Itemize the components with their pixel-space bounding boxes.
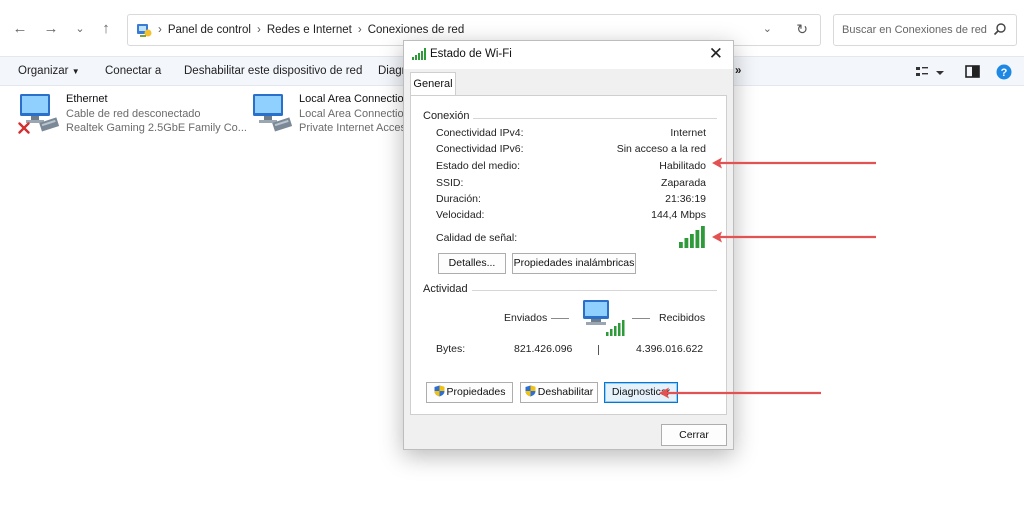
- organize-menu[interactable]: Organizar ▼: [18, 65, 80, 77]
- connection-item-local-area[interactable]: Local Area Connectio Local Area Connecti…: [251, 90, 406, 138]
- connection-name: Local Area Connectio: [299, 93, 404, 105]
- info-value: Sin acceso a la red: [616, 143, 706, 155]
- search-input[interactable]: Buscar en Conexiones de red: [833, 14, 1017, 46]
- info-value: Internet: [670, 127, 706, 139]
- info-row-media-state: Estado del medio: Habilitado: [436, 160, 706, 176]
- wifi-signal-icon: [412, 48, 426, 60]
- disconnected-x-icon: [18, 122, 30, 134]
- connection-name: Ethernet: [66, 93, 108, 105]
- signal-quality-bars-icon: [679, 226, 705, 248]
- breadcrumb-separator-icon: ›: [256, 24, 261, 36]
- annotation-arrow-icon: [659, 387, 821, 399]
- wireless-properties-button[interactable]: Propiedades inalámbricas: [512, 253, 636, 274]
- bytes-sent-value: 821.426.096: [514, 343, 573, 355]
- breadcrumb-separator-icon: ›: [158, 24, 162, 36]
- breadcrumb-network-internet[interactable]: Redes e Internet: [267, 24, 352, 36]
- signal-bar: [695, 230, 700, 248]
- connection-adapter: Realtek Gaming 2.5GbE Family Co...: [66, 122, 247, 134]
- dialog-title: Estado de Wi-Fi: [430, 48, 512, 60]
- received-label: Recibidos: [659, 312, 706, 324]
- received-line: [632, 318, 650, 319]
- disable-label: Deshabilitar: [537, 386, 594, 398]
- search-icon: [993, 23, 1006, 36]
- info-label: Duración:: [436, 193, 481, 205]
- organize-caret-icon: ▼: [71, 67, 80, 76]
- svg-text:?: ?: [1001, 67, 1008, 79]
- close-button[interactable]: Cerrar: [661, 424, 727, 446]
- info-row-ipv4: Conectividad IPv4: Internet: [436, 127, 706, 143]
- sent-line: [551, 318, 569, 319]
- info-value: Habilitado: [659, 160, 706, 172]
- info-row-signal: Calidad de señal:: [436, 232, 706, 248]
- network-activity-icon: [583, 300, 625, 336]
- info-row-speed: Velocidad: 144,4 Mbps: [436, 209, 706, 225]
- annotation-arrow-icon: [712, 231, 876, 243]
- close-icon[interactable]: ✕: [709, 44, 723, 64]
- bytes-label: Bytes:: [436, 343, 466, 355]
- uac-shield-icon: [434, 385, 445, 397]
- connection-group-title: Conexión: [423, 110, 474, 122]
- up-arrow-icon[interactable]: ↑: [97, 20, 115, 38]
- connection-item-ethernet[interactable]: Ethernet Cable de red desconectado Realt…: [18, 90, 248, 138]
- breadcrumb-separator-icon: ›: [357, 24, 362, 36]
- signal-bar: [684, 238, 689, 248]
- annotation-arrow-icon: [712, 157, 876, 169]
- activity-group-title: Actividad: [423, 283, 472, 295]
- recent-locations-chevron-icon[interactable]: ⌄: [71, 20, 89, 38]
- info-label: Estado del medio:: [436, 160, 521, 172]
- general-panel: Conexión Conectividad IPv4: Internet Con…: [410, 95, 727, 415]
- breadcrumb-control-panel[interactable]: Panel de control: [168, 24, 251, 36]
- info-label: Conectividad IPv6:: [436, 143, 524, 155]
- breadcrumb-network-connections[interactable]: Conexiones de red: [368, 24, 465, 36]
- connect-to-button[interactable]: Conectar a: [105, 65, 161, 77]
- info-value: 21:36:19: [665, 193, 706, 205]
- help-icon[interactable]: ?: [996, 64, 1012, 80]
- bytes-received-value: 4.396.016.622: [636, 343, 704, 355]
- search-placeholder: Buscar en Conexiones de red: [842, 24, 987, 36]
- signal-bar: [679, 242, 683, 248]
- signal-quality-label: Calidad de señal:: [436, 232, 518, 244]
- info-row-ipv6: Conectividad IPv6: Sin acceso a la red: [436, 143, 706, 159]
- back-arrow-icon[interactable]: ←: [11, 20, 29, 38]
- preview-pane-icon[interactable]: [965, 65, 980, 78]
- view-controls: ?: [916, 63, 1012, 81]
- info-row-ssid: SSID: Zaparada: [436, 177, 706, 193]
- organize-label: Organizar: [18, 65, 69, 77]
- refresh-icon[interactable]: ↻: [796, 21, 808, 38]
- signal-bar: [690, 234, 694, 248]
- change-view-icon[interactable]: [916, 67, 944, 76]
- more-commands-button[interactable]: »: [735, 65, 741, 77]
- info-row-duration: Duración: 21:36:19: [436, 193, 706, 209]
- info-label: Velocidad:: [436, 209, 485, 221]
- network-adapter-icon: [253, 94, 293, 132]
- info-label: SSID:: [436, 177, 464, 189]
- properties-label: Propiedades: [446, 386, 506, 398]
- properties-button[interactable]: Propiedades: [426, 382, 513, 403]
- control-panel-icon: [137, 24, 152, 37]
- dialog-title-bar: Estado de Wi-Fi ✕: [404, 41, 733, 69]
- connection-status: Local Area Connectio: [299, 108, 404, 120]
- sent-label: Enviados: [504, 312, 548, 324]
- disable-device-button[interactable]: Deshabilitar este dispositivo de red: [184, 65, 362, 77]
- bytes-divider: [598, 345, 599, 355]
- info-label: Conectividad IPv4:: [436, 127, 524, 139]
- connection-status: Cable de red desconectado: [66, 108, 201, 120]
- info-value: 144,4 Mbps: [651, 209, 706, 221]
- address-dropdown-icon[interactable]: ⌄: [763, 22, 772, 35]
- info-value: Zaparada: [661, 177, 706, 189]
- disable-button[interactable]: Deshabilitar: [520, 382, 598, 403]
- signal-bar: [701, 226, 705, 248]
- details-button[interactable]: Detalles...: [438, 253, 506, 274]
- uac-shield-icon: [525, 385, 536, 397]
- connection-adapter: Private Internet Acces: [299, 122, 406, 134]
- forward-arrow-icon[interactable]: →: [42, 20, 60, 38]
- tab-general[interactable]: General: [410, 72, 456, 96]
